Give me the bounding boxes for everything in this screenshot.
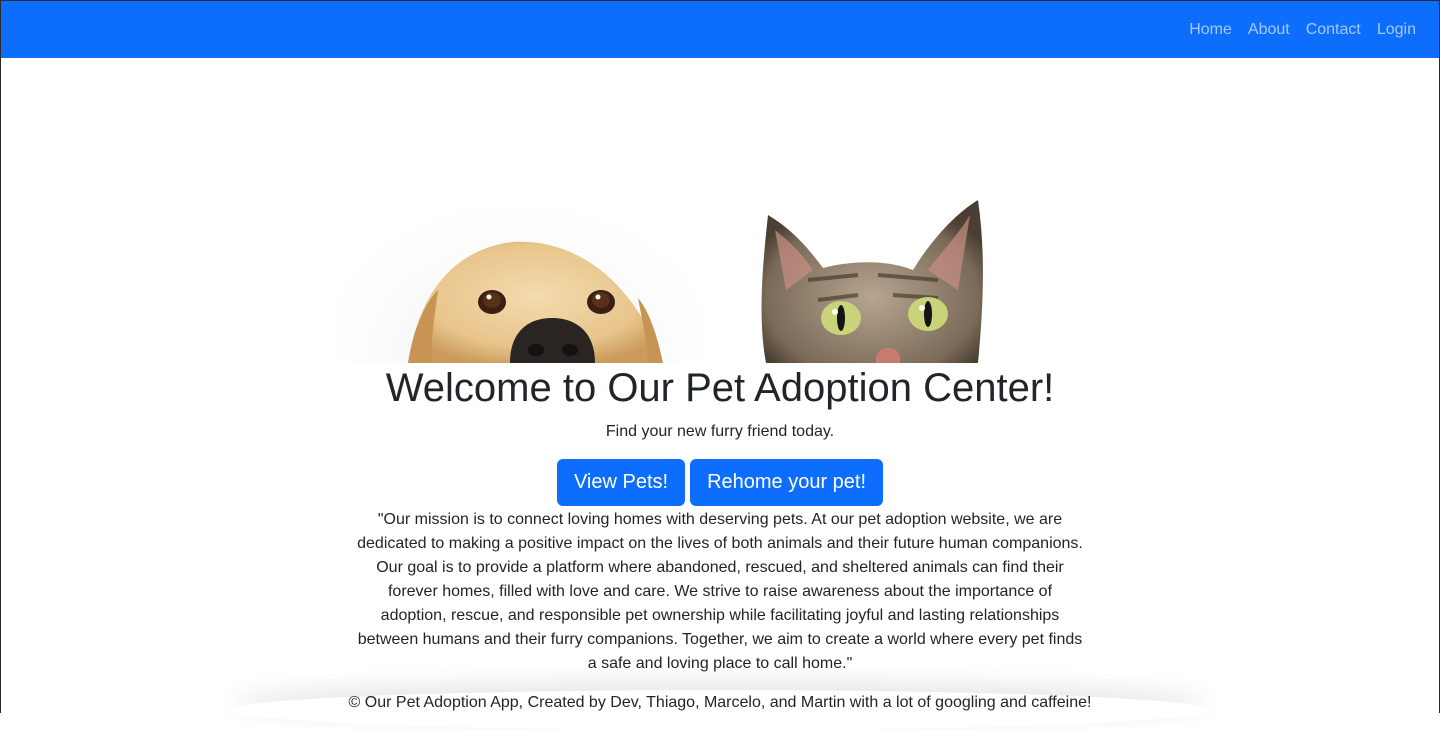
- navbar: Home About Contact Login: [0, 1, 1440, 58]
- page-title: Welcome to Our Pet Adoption Center!: [385, 366, 1055, 410]
- nav-link-home[interactable]: Home: [1189, 21, 1232, 39]
- nav-links: Home About Contact Login: [1173, 1, 1416, 58]
- view-pets-button[interactable]: View Pets!: [556, 459, 686, 506]
- mission-statement: "Our mission is to connect loving homes …: [357, 511, 1083, 672]
- cat-image: [761, 200, 983, 363]
- nav-link-contact[interactable]: Contact: [1306, 21, 1361, 39]
- footer-text: © Our Pet Adoption App, Created by Dev, …: [348, 694, 1092, 711]
- hero-pets-image: [338, 180, 983, 363]
- action-buttons: View Pets! Rehome your pet!: [0, 459, 1440, 506]
- nav-link-about[interactable]: About: [1248, 21, 1290, 39]
- window-left-border: [0, 0, 1, 713]
- nav-link-login[interactable]: Login: [1377, 21, 1416, 39]
- rehome-pet-button[interactable]: Rehome your pet!: [690, 459, 884, 506]
- page-subtitle: Find your new furry friend today.: [605, 423, 835, 440]
